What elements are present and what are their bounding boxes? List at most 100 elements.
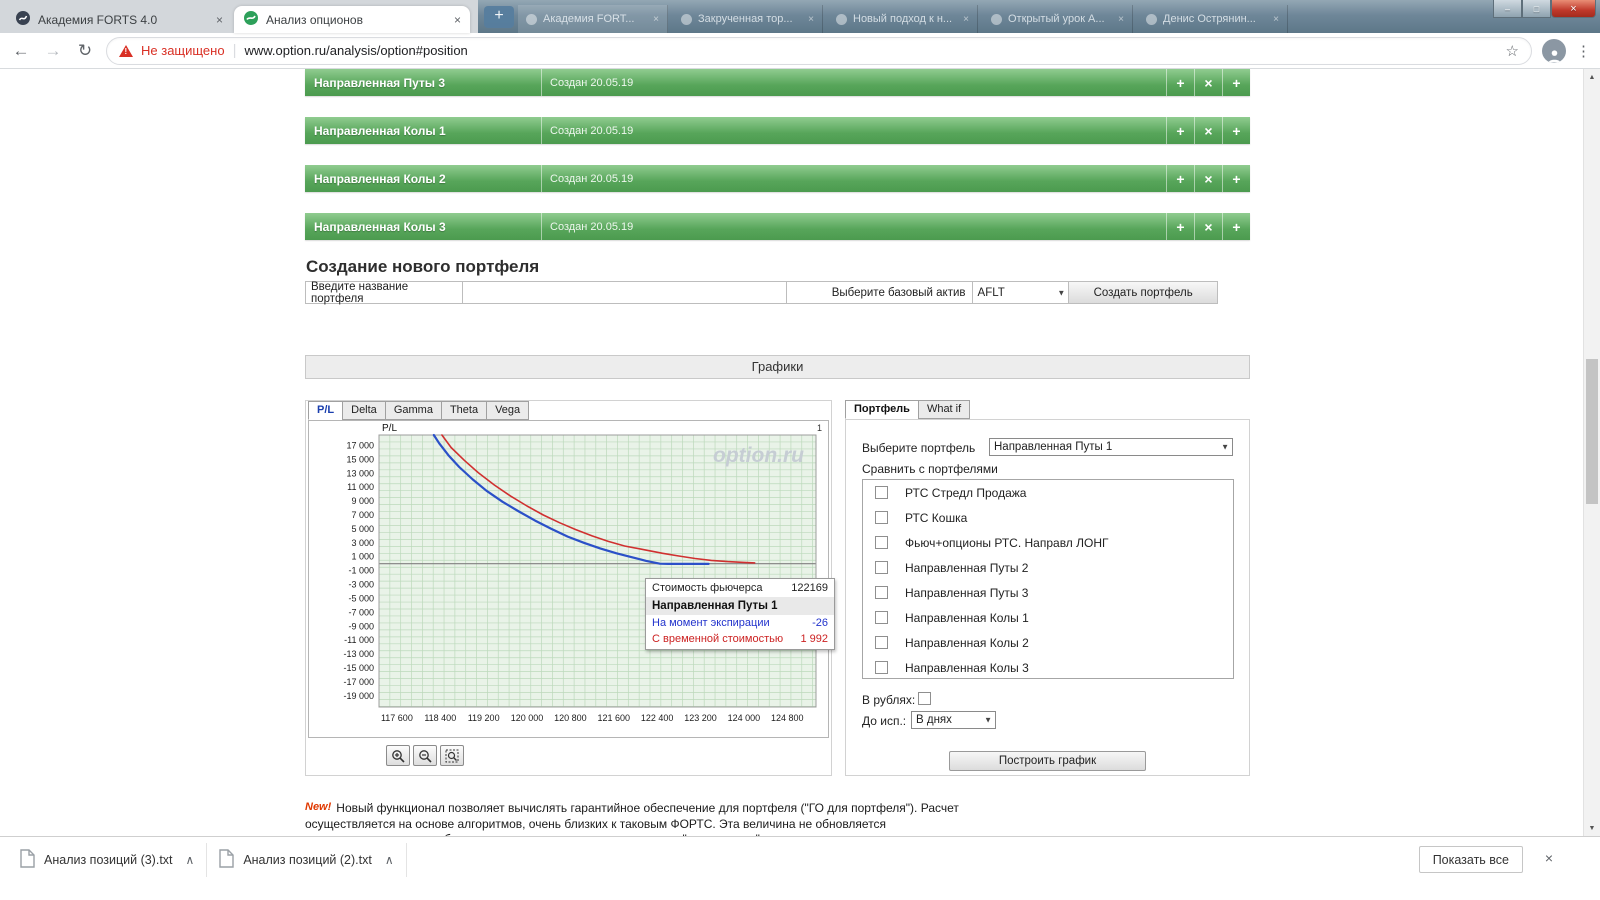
portfolio-bar[interactable]: Направленная Колы 3 Создан 20.05.19 + × …: [305, 213, 1250, 240]
expand-portfolio-icon[interactable]: +: [1222, 213, 1250, 240]
create-portfolio-button[interactable]: Создать портфель: [1069, 282, 1217, 303]
delete-portfolio-icon[interactable]: ×: [1194, 69, 1222, 96]
address-bar[interactable]: ! Не защищено | www.option.ru/analysis/o…: [106, 37, 1532, 65]
checkbox[interactable]: [875, 511, 888, 524]
new-tab-button[interactable]: +: [484, 6, 514, 28]
ghost-tab[interactable]: Новый подход к н... ×: [828, 5, 978, 33]
tab-close-icon[interactable]: ×: [216, 13, 223, 27]
svg-text:122 400: 122 400: [641, 713, 674, 723]
tab-theta[interactable]: Theta: [441, 401, 486, 420]
add-instrument-icon[interactable]: +: [1166, 165, 1194, 192]
forward-icon[interactable]: →: [42, 41, 64, 61]
tab-analiz-opcionov[interactable]: Анализ опционов ×: [234, 6, 470, 33]
list-item[interactable]: Направленная Путы 2: [863, 555, 1233, 580]
expand-portfolio-icon[interactable]: +: [1222, 117, 1250, 144]
checkbox[interactable]: [875, 536, 888, 549]
tab-what-if[interactable]: What if: [918, 400, 970, 419]
page-scrollbar[interactable]: ▲ ▼: [1583, 69, 1600, 836]
list-item[interactable]: Направленная Колы 3: [863, 655, 1233, 679]
portfolio-panel-body: Выберите портфель Направленная Путы 1 ▼ …: [845, 419, 1250, 776]
list-item[interactable]: Направленная Колы 2: [863, 630, 1233, 655]
tab-vega[interactable]: Vega: [486, 401, 529, 420]
zoom-selection-button[interactable]: [440, 745, 464, 766]
svg-text:option.ru: option.ru: [713, 444, 804, 467]
portfolio-name-input[interactable]: [463, 282, 786, 303]
rubles-checkbox[interactable]: [918, 692, 931, 705]
add-instrument-icon[interactable]: +: [1166, 69, 1194, 96]
build-chart-button[interactable]: Построить график: [949, 751, 1146, 771]
base-asset-select[interactable]: AFLT ▼: [973, 282, 1070, 303]
close-window-button[interactable]: ×: [1551, 0, 1596, 18]
download-menu-caret-icon[interactable]: ∧: [385, 853, 394, 867]
scroll-up-icon[interactable]: ▲: [1584, 69, 1600, 85]
tab-pl[interactable]: P/L: [308, 401, 342, 420]
pl-chart[interactable]: 17 00015 00013 00011 0009 0007 0005 0003…: [308, 420, 829, 738]
new-portfolio-heading: Создание нового портфеля: [306, 257, 539, 277]
ghost-tab-close-icon[interactable]: ×: [653, 14, 659, 25]
checkbox[interactable]: [875, 636, 888, 649]
portfolio-bar[interactable]: Направленная Путы 3 Создан 20.05.19 + × …: [305, 69, 1250, 96]
zoom-in-button[interactable]: [386, 745, 410, 766]
portfolio-select[interactable]: Направленная Путы 1 ▼: [989, 438, 1233, 456]
show-all-downloads-button[interactable]: Показать все: [1419, 846, 1523, 873]
close-downloads-bar-icon[interactable]: ×: [1545, 850, 1553, 866]
svg-text:-5 000: -5 000: [348, 593, 374, 603]
minimize-button[interactable]: –: [1493, 0, 1522, 18]
svg-text:13 000: 13 000: [346, 468, 374, 478]
tab-akademia-forts[interactable]: Академия FORTS 4.0 ×: [6, 6, 232, 33]
expand-portfolio-icon[interactable]: +: [1222, 165, 1250, 192]
checkbox[interactable]: [875, 611, 888, 624]
list-item[interactable]: Фьюч+опционы РТС. Направл ЛОНГ: [863, 530, 1233, 555]
expand-portfolio-icon[interactable]: +: [1222, 69, 1250, 96]
url-text[interactable]: www.option.ru/analysis/option#position: [244, 43, 1497, 58]
profile-avatar-icon[interactable]: [1542, 39, 1566, 63]
new-portfolio-form: Введите название портфеля Выберите базов…: [305, 281, 1218, 304]
delete-portfolio-icon[interactable]: ×: [1194, 213, 1222, 240]
svg-text:-17 000: -17 000: [343, 677, 374, 687]
portfolio-bar[interactable]: Направленная Колы 1 Создан 20.05.19 + × …: [305, 117, 1250, 144]
add-instrument-icon[interactable]: +: [1166, 213, 1194, 240]
bookmark-star-icon[interactable]: ☆: [1506, 42, 1519, 60]
restore-button[interactable]: □: [1522, 0, 1551, 18]
scrollbar-thumb[interactable]: [1586, 359, 1598, 504]
svg-text:-13 000: -13 000: [343, 649, 374, 659]
checkbox[interactable]: [875, 486, 888, 499]
ghost-tab[interactable]: Открытый урок А... ×: [983, 5, 1133, 33]
list-item[interactable]: РТС Кошка: [863, 505, 1233, 530]
days-select[interactable]: В днях ▼: [911, 711, 996, 729]
ghost-tab[interactable]: Академия FORT... ×: [518, 5, 668, 33]
browser-menu-icon[interactable]: ⋮: [1576, 42, 1590, 60]
ghost-tab-close-icon[interactable]: ×: [808, 14, 814, 25]
download-menu-caret-icon[interactable]: ∧: [186, 853, 195, 867]
security-warning-icon[interactable]: !: [119, 45, 133, 57]
back-icon[interactable]: ←: [10, 41, 32, 61]
tab-portfolio[interactable]: Портфель: [845, 400, 918, 419]
zoom-out-button[interactable]: [413, 745, 437, 766]
reload-icon[interactable]: ↻: [74, 41, 96, 61]
tab-close-icon[interactable]: ×: [454, 13, 461, 27]
portfolio-bar[interactable]: Направленная Колы 2 Создан 20.05.19 + × …: [305, 165, 1250, 192]
security-label[interactable]: Не защищено: [141, 43, 225, 58]
ghost-tab[interactable]: Закрученная тор... ×: [673, 5, 823, 33]
download-item[interactable]: Анализ позиций (3).txt ∧: [8, 843, 207, 877]
svg-text:7 000: 7 000: [351, 510, 374, 520]
svg-text:17 000: 17 000: [346, 440, 374, 450]
checkbox[interactable]: [875, 561, 888, 574]
add-instrument-icon[interactable]: +: [1166, 117, 1194, 144]
tab-gamma[interactable]: Gamma: [385, 401, 441, 420]
checkbox[interactable]: [875, 586, 888, 599]
tab-delta[interactable]: Delta: [342, 401, 385, 420]
ghost-tab[interactable]: Денис Острянин... ×: [1138, 5, 1288, 33]
delete-portfolio-icon[interactable]: ×: [1194, 117, 1222, 144]
delete-portfolio-icon[interactable]: ×: [1194, 165, 1222, 192]
scroll-down-icon[interactable]: ▼: [1584, 820, 1600, 836]
list-item[interactable]: Направленная Колы 1: [863, 605, 1233, 630]
list-item[interactable]: Направленная Путы 3: [863, 580, 1233, 605]
checkbox[interactable]: [875, 661, 888, 674]
ghost-tab-close-icon[interactable]: ×: [963, 14, 969, 25]
ghost-tab-close-icon[interactable]: ×: [1273, 14, 1279, 25]
option-ru-favicon: [243, 10, 259, 29]
list-item[interactable]: РТС Стредл Продажа: [863, 480, 1233, 505]
download-item[interactable]: Анализ позиций (2).txt ∧: [207, 843, 406, 877]
ghost-tab-close-icon[interactable]: ×: [1118, 14, 1124, 25]
